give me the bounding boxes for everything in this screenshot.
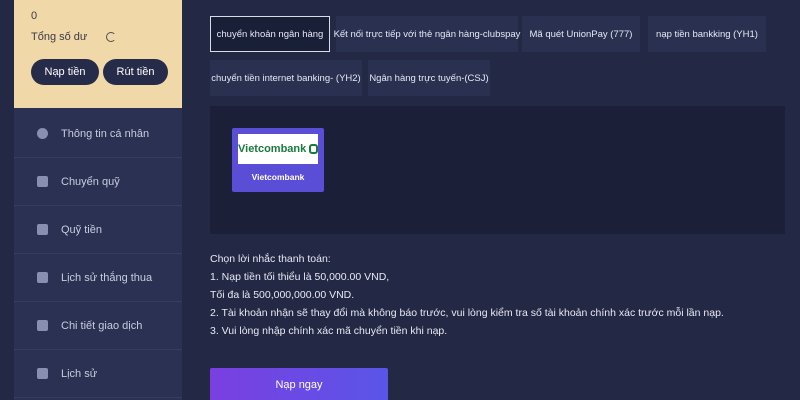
balance-label: Tổng số dư <box>31 31 88 43</box>
notes-line: 1. Nạp tiền tối thiểu là 50,000.00 VND, <box>210 271 390 283</box>
sidebar-item-transfer[interactable]: Chuyển quỹ <box>14 158 182 206</box>
sidebar-item-transactions[interactable]: Chi tiết giao dịch <box>14 302 182 350</box>
bank-name: Vietcombank <box>251 172 305 182</box>
tab-online-bank[interactable]: Ngân hàng trực tuyến-(CSJ) <box>368 60 490 96</box>
balance-value: 0 <box>31 10 38 22</box>
deposit-button[interactable]: Nạp tiền <box>31 59 99 85</box>
user-icon <box>37 128 48 139</box>
notes-line: 3. Vui lòng nhập chính xác mã chuyển tiề… <box>210 325 448 337</box>
sidebar-item-profile[interactable]: Thông tin cá nhân <box>14 110 182 158</box>
vietcombank-logo: Vietcombank <box>238 134 318 164</box>
notes-line: Chọn lời nhắc thanh toán: <box>210 253 331 265</box>
sidebar-item-label: Quỹ tiền <box>61 223 102 236</box>
bank-card-vietcombank[interactable]: Vietcombank Vietcombank <box>232 128 324 192</box>
sidebar: 0 Tổng số dư Nạp tiền Rút tiền Thông tin… <box>14 0 182 400</box>
document-icon <box>37 224 48 235</box>
sidebar-item-label: Lịch sử <box>61 367 98 380</box>
list-icon <box>37 368 48 379</box>
payment-notes: Chọn lời nhắc thanh toán: 1. Nạp tiền tố… <box>210 250 770 340</box>
refresh-icon[interactable] <box>106 32 116 42</box>
transaction-icon <box>37 320 48 331</box>
bank-logo-text: Vietcombank <box>238 143 307 155</box>
sidebar-item-label: Thông tin cá nhân <box>61 127 150 140</box>
tab-bankking[interactable]: nạp tiền bankking (YH1) <box>648 16 766 52</box>
tab-clubspay[interactable]: Kết nối trực tiếp với thẻ ngân hàng-club… <box>334 16 520 52</box>
history-icon <box>37 272 48 283</box>
sidebar-item-label: Chuyển quỹ <box>61 175 120 188</box>
bank-panel: Vietcombank Vietcombank <box>210 106 785 234</box>
sidebar-item-win-loss[interactable]: Lịch sử thắng thua <box>14 254 182 302</box>
tab-unionpay[interactable]: Mã quét UnionPay (777) <box>522 16 640 52</box>
vietcombank-mark-icon <box>309 144 318 154</box>
notes-line: 2. Tài khoản nhận sẽ thay đổi mà không b… <box>210 307 724 319</box>
sidebar-item-label: Chi tiết giao dịch <box>61 319 143 332</box>
sidebar-item-history[interactable]: Lịch sử <box>14 350 182 398</box>
wallet-icon <box>37 176 48 187</box>
tab-internet-banking[interactable]: chuyển tiền internet banking- (YH2) <box>210 60 362 96</box>
withdraw-button[interactable]: Rút tiền <box>103 59 168 85</box>
sidebar-item-label: Lịch sử thắng thua <box>61 271 153 284</box>
notes-line: Tối đa là 500,000,000.00 VND. <box>210 289 355 301</box>
deposit-now-button[interactable]: Nạp ngay <box>210 368 388 400</box>
balance-card: 0 Tổng số dư Nạp tiền Rút tiền <box>14 0 182 108</box>
tab-bank-transfer[interactable]: chuyển khoản ngân hàng <box>210 16 330 52</box>
sidebar-item-funds[interactable]: Quỹ tiền <box>14 206 182 254</box>
